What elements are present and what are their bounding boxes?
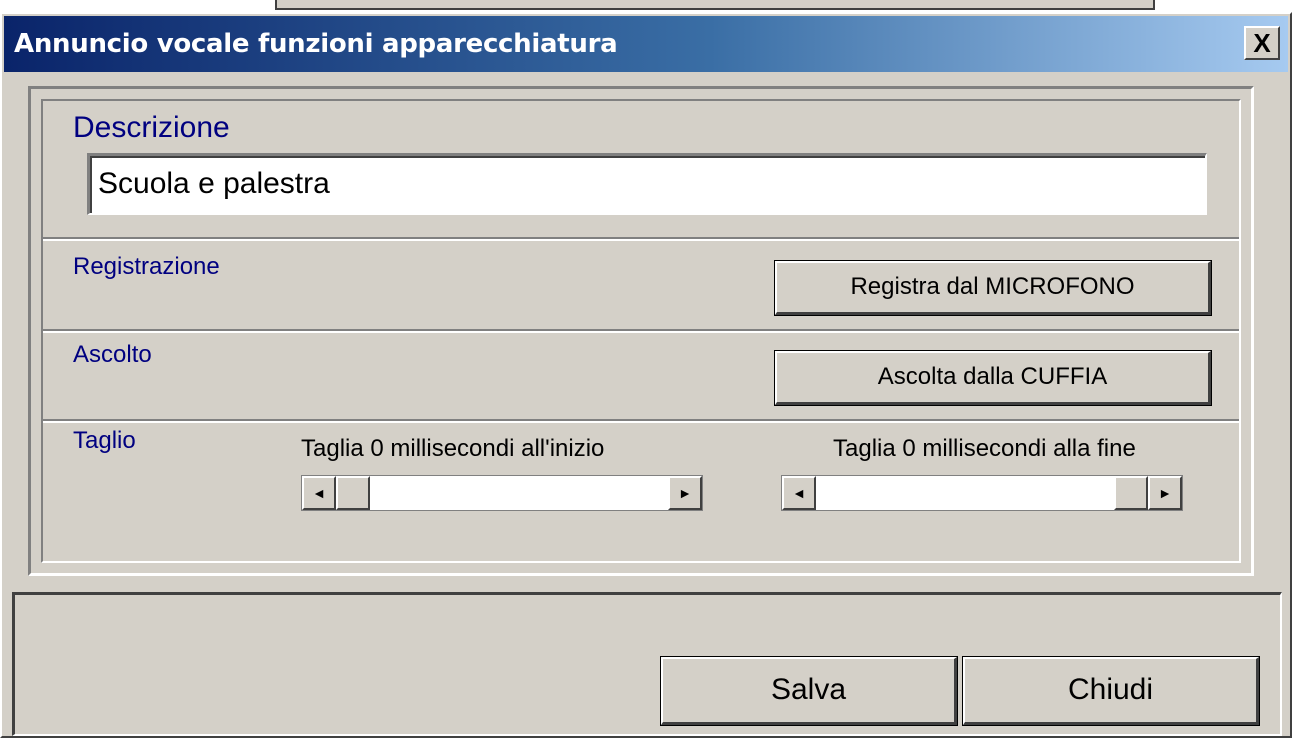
scroll-right-arrow-icon[interactable]: ►: [1148, 476, 1182, 510]
descrizione-input[interactable]: Scuola e palestra: [87, 153, 1207, 215]
main-panel: Descrizione Scuola e palestra Registrazi…: [28, 86, 1254, 576]
trim-end-thumb[interactable]: [1114, 476, 1148, 510]
close-icon[interactable]: X: [1244, 26, 1280, 60]
window-title: Annuncio vocale funzioni apparecchiatura: [14, 29, 618, 59]
scroll-left-arrow-icon[interactable]: ◄: [302, 476, 336, 510]
section-taglio: Taglio Taglia 0 millisecondi all'inizio …: [43, 425, 1239, 545]
trim-start-label: Taglia 0 millisecondi all'inizio: [301, 435, 605, 462]
section-registrazione: Registrazione Registra dal MICROFONO: [43, 243, 1239, 333]
descrizione-label: Descrizione: [73, 111, 230, 144]
trim-end-label: Taglia 0 millisecondi alla fine: [833, 435, 1136, 462]
trim-start-thumb[interactable]: [336, 476, 370, 510]
trim-end-scrollbar[interactable]: ◄ ►: [781, 475, 1183, 511]
close-button[interactable]: Chiudi: [962, 656, 1260, 726]
dialog-window: Annuncio vocale funzioni apparecchiatura…: [0, 12, 1292, 738]
trim-start-scrollbar[interactable]: ◄ ►: [301, 475, 703, 511]
scroll-left-arrow-icon[interactable]: ◄: [782, 476, 816, 510]
ascolto-label: Ascolto: [73, 341, 152, 368]
registrazione-label: Registrazione: [73, 253, 220, 280]
record-microphone-button[interactable]: Registra dal MICROFONO: [774, 260, 1212, 316]
title-bar[interactable]: Annuncio vocale funzioni apparecchiatura…: [4, 16, 1288, 72]
section-descrizione: Descrizione Scuola e palestra: [43, 101, 1239, 241]
listen-headphones-button[interactable]: Ascolta dalla CUFFIA: [774, 350, 1212, 406]
scroll-right-arrow-icon[interactable]: ►: [668, 476, 702, 510]
taglio-label: Taglio: [73, 427, 136, 454]
save-button[interactable]: Salva: [660, 656, 958, 726]
section-ascolto: Ascolto Ascolta dalla CUFFIA: [43, 335, 1239, 423]
footer-panel: Salva Chiudi: [12, 592, 1282, 736]
background-window-strip: [275, 0, 1155, 10]
sections-container: Descrizione Scuola e palestra Registrazi…: [41, 99, 1241, 563]
